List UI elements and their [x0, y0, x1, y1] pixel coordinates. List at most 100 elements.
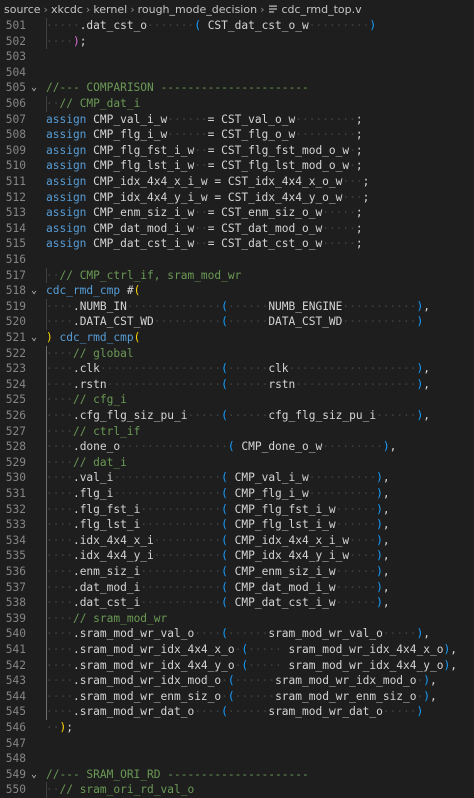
line-number: 510: [5, 159, 26, 173]
code-line[interactable]: 527 ····// ctrl_if: [0, 424, 474, 440]
code-line[interactable]: 511 assign CMP_idx_4x4_x_i_w = CST_idx_4x…: [0, 174, 474, 190]
fold-chevron-icon[interactable]: ⌄: [31, 80, 41, 96]
code-line[interactable]: 535 ····.idx_4x4_y_i··········( CMP_idx_4…: [0, 548, 474, 564]
code-line[interactable]: 504: [0, 65, 474, 81]
breadcrumb-item-rough-mode-decision[interactable]: rough_mode_decision: [138, 3, 257, 16]
whitespace-marker: ······: [227, 362, 269, 376]
code-line[interactable]: 513 assign CMP_enm_siz_i_w··= CST_enm_siz…: [0, 205, 474, 221]
code-line[interactable]: 516: [0, 252, 474, 268]
code-token: .sram_mod_wr_enm_siz_o: [72, 689, 222, 703]
breadcrumb-item-source[interactable]: source: [4, 3, 41, 16]
code-line[interactable]: 542 ····.sram_mod_wr_idx_4x4_y_o·(····· s…: [0, 658, 474, 674]
code-line[interactable]: 526 ····.cfg_flg_siz_pu_i·····(······cfg_…: [0, 408, 474, 424]
code-line[interactable]: 550 ··// sram_ori_rd_val_o: [0, 782, 474, 798]
whitespace-marker: ·········: [322, 440, 383, 454]
code-line[interactable]: 532 ····.flg_fst_i············( CMP_flg_f…: [0, 502, 474, 518]
code-token: ,: [382, 549, 390, 563]
code-line[interactable]: 508 assign CMP_flg_i_w······= CST_flg_o_w…: [0, 127, 474, 143]
code-line[interactable]: 529 ····// dat_i: [0, 455, 474, 471]
whitespace-marker: ····: [46, 611, 73, 625]
whitespace-marker: ······: [335, 518, 377, 532]
code-line[interactable]: 509 assign CMP_flg_fst_i_w··= CST_flg_fst…: [0, 143, 474, 159]
code-line[interactable]: 543 ····.sram_mod_wr_idx_mod_o·(······sra…: [0, 673, 474, 689]
whitespace-marker: ····: [46, 658, 73, 672]
code-token: (: [227, 674, 235, 688]
code-line[interactable]: 541 ····.sram_mod_wr_idx_4x4_x_o·(····· s…: [0, 642, 474, 658]
code-line[interactable]: 523 ····.clk··················(······clk·…: [0, 361, 474, 377]
code-line[interactable]: 520 ····.DATA_CST_WD··········(······DATA…: [0, 314, 474, 330]
code-line[interactable]: 525 ····// cfg_i: [0, 392, 474, 408]
code-token: // global: [72, 346, 134, 360]
code-token: CMP_flg_lst_i_w: [86, 159, 195, 173]
code-line[interactable]: 521 ⌄) cdc_rmd_cmp(: [0, 330, 474, 346]
code-line[interactable]: 514 assign CMP_dat_mod_i_w··= CST_dat_mod…: [0, 221, 474, 237]
code-line[interactable]: 515 assign CMP_dat_cst_i_w··= CST_dat_cst…: [0, 236, 474, 252]
code-token: assign: [46, 143, 87, 157]
code-line[interactable]: 548: [0, 751, 474, 767]
code-token: (: [221, 487, 228, 500]
breadcrumb-separator: ›: [43, 2, 48, 16]
code-line[interactable]: 507 assign CMP_val_i_w······= CST_val_o_w…: [0, 112, 474, 128]
code-text: ····.flg_lst_i············( CMP_flg_lst_…: [46, 517, 390, 533]
whitespace-marker: ····: [46, 299, 73, 313]
code-line[interactable]: 505 ⌄ //--- COMPARISON -------------------…: [0, 80, 474, 96]
whitespace-marker: ······: [227, 315, 269, 329]
code-token: ): [376, 471, 383, 485]
whitespace-marker: ····: [46, 502, 73, 516]
code-line[interactable]: 502 ····);: [0, 34, 474, 50]
whitespace-marker: ··········: [308, 471, 377, 485]
code-token: #: [120, 284, 134, 298]
code-line[interactable]: 528 ····.done_o················( CMP_done…: [0, 439, 474, 455]
code-line[interactable]: 533 ····.flg_lst_i············( CMP_flg_l…: [0, 517, 474, 533]
code-line[interactable]: 518 ⌄ cdc_rmd_cmp #(: [0, 283, 474, 299]
whitespace-marker: ············: [140, 596, 222, 610]
whitespace-marker: ····: [46, 565, 73, 578]
line-number: 546: [5, 721, 26, 734]
code-line[interactable]: 544 ····.sram_mod_wr_enm_siz_o·(······sra…: [0, 689, 474, 705]
code-line[interactable]: 522 ····// global: [0, 346, 474, 362]
code-line[interactable]: 537 ····.dat_mod_i············( CMP_dat_m…: [0, 580, 474, 596]
code-line[interactable]: 519 ····.NUMB_IN··············(······NUMB…: [0, 299, 474, 315]
fold-chevron-icon[interactable]: ⌄: [31, 330, 41, 346]
code-line[interactable]: 506 ··// CMP_dat_i: [0, 96, 474, 112]
code-line[interactable]: 536 ····.enm_siz_i············( CMP_enm_s…: [0, 564, 474, 580]
fold-chevron-icon[interactable]: ⌄: [31, 767, 41, 783]
code-text: assign CMP_idx_4x4_x_i_w = CST_idx_4x4_x…: [46, 174, 369, 190]
code-line[interactable]: 524 ····.rstn·················(······rstn…: [0, 377, 474, 393]
code-token: ,: [430, 674, 437, 688]
code-line[interactable]: 546 ··);: [0, 720, 474, 736]
code-token: ,: [382, 533, 390, 547]
code-line[interactable]: 517 ··// CMP_ctrl_if, sram_mod_wr: [0, 268, 474, 284]
code-line[interactable]: 547: [0, 736, 474, 752]
code-text: assign CMP_val_i_w······= CST_val_o_w···…: [46, 112, 363, 128]
code-line[interactable]: 545 ····.sram_mod_wr_dat_o····(······sram…: [0, 704, 474, 720]
code-text: cdc_rmd_cmp #(: [46, 283, 140, 299]
code-line[interactable]: 539 ····// sram_mod_wr: [0, 611, 474, 627]
code-token: ): [376, 580, 383, 594]
code-editor[interactable]: 501 ·····.dat_cst_o·······( CST_dat_cst_o…: [0, 18, 474, 798]
code-text: ····.cfg_flg_siz_pu_i·····(······cfg_flg…: [46, 408, 430, 424]
fold-chevron-icon[interactable]: ⌄: [31, 283, 41, 299]
code-line[interactable]: 549 ⌄ //--- SRAM_ORI_RD ------------------…: [0, 767, 474, 783]
code-line[interactable]: 534 ····.idx_4x4_x_i··········( CMP_idx_4…: [0, 533, 474, 549]
breadcrumb-item-file[interactable]: cdc_rmd_top.v: [281, 3, 361, 16]
code-line[interactable]: 540 ····.sram_mod_wr_val_o····(······sram…: [0, 626, 474, 642]
code-line[interactable]: 503: [0, 49, 474, 65]
code-line[interactable]: 512 assign CMP_idx_4x4_y_i_w = CST_idx_4x…: [0, 190, 474, 206]
code-line[interactable]: 538 ····.dat_cst_i············( CMP_dat_c…: [0, 595, 474, 611]
whitespace-marker: ····: [349, 533, 377, 547]
code-line[interactable]: 531 ····.flg_i················( CMP_flg_i…: [0, 486, 474, 502]
code-token: ;: [355, 221, 363, 235]
whitespace-marker: ··: [46, 97, 60, 110]
breadcrumb-item-kernel[interactable]: kernel: [93, 3, 127, 16]
code-line[interactable]: 501 ·····.dat_cst_o·······( CST_dat_cst_o…: [0, 18, 474, 34]
code-token: ): [72, 34, 80, 48]
breadcrumb-item-xkcdc[interactable]: xkcdc: [51, 3, 83, 16]
whitespace-marker: ····: [46, 596, 73, 610]
line-number: 548: [5, 752, 26, 766]
whitespace-marker: ················: [120, 440, 228, 454]
code-line[interactable]: 530 ····.val_i················( CMP_val_i…: [0, 470, 474, 486]
code-token: (: [221, 549, 228, 563]
code-token: (: [221, 299, 228, 313]
code-line[interactable]: 510 assign CMP_flg_lst_i_w··= CST_flg_lst…: [0, 158, 474, 174]
